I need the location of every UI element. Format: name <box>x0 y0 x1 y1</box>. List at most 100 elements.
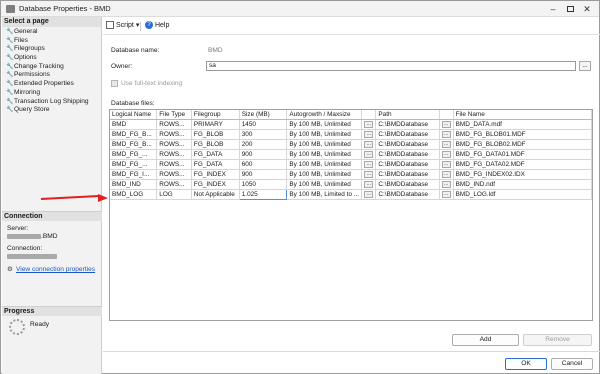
cell-size[interactable]: 600 <box>239 159 288 171</box>
cell-size[interactable]: 900 <box>239 169 288 181</box>
autogrowth-ellipsis-button[interactable]: ... <box>364 131 374 139</box>
cell-size[interactable]: 900 <box>239 149 288 161</box>
owner-input[interactable]: sa <box>206 61 576 71</box>
minimize-icon[interactable]: – <box>547 3 559 15</box>
table-row-selected[interactable]: BMD_LOG LOG Not Applicable 1.025 By 100 … <box>110 189 592 201</box>
cell-logical-name[interactable]: BMD_FG_I... <box>110 169 158 181</box>
cell-size[interactable]: 1050 <box>239 179 288 191</box>
cell-file-type[interactable]: ROWS... <box>156 169 192 181</box>
table-row[interactable]: BMD_FG_B... ROWS... FG_BLOB 200 By 100 M… <box>110 139 592 151</box>
table-row[interactable]: BMD_FG_B... ROWS... FG_BLOB 300 By 100 M… <box>110 129 592 141</box>
path-ellipsis-button[interactable]: ... <box>441 131 451 139</box>
cell-file-type[interactable]: ROWS... <box>156 119 192 131</box>
cell-size[interactable]: 200 <box>239 139 288 151</box>
footer-divider <box>103 351 600 352</box>
cell-filegroup[interactable]: FG_BLOB <box>191 139 240 151</box>
maximize-icon[interactable] <box>564 3 576 15</box>
cell-file-name[interactable]: BMD_FG_DATA01.MDF <box>453 149 592 161</box>
column-header[interactable]: Logical Name <box>110 110 158 121</box>
sidebar-item-permissions[interactable]: 🔧Permissions <box>6 71 101 80</box>
cell-file-name[interactable]: BMD_FG_INDEX02.IDX <box>453 169 592 181</box>
cell-filegroup[interactable]: FG_BLOB <box>191 129 240 141</box>
path-ellipsis-button[interactable]: ... <box>441 161 451 169</box>
add-button[interactable]: Add <box>452 334 519 346</box>
cell-filegroup[interactable]: FG_INDEX <box>191 179 240 191</box>
cell-file-name[interactable]: BMD_LOG.ldf <box>453 189 592 201</box>
autogrowth-ellipsis-button[interactable]: ... <box>364 151 374 159</box>
cell-size[interactable]: 1450 <box>239 119 288 131</box>
cell-autogrowth: By 100 MB, Unlimited <box>286 139 363 151</box>
cell-logical-name[interactable]: BMD_IND <box>110 179 158 191</box>
autogrowth-ellipsis-button[interactable]: ... <box>364 181 374 189</box>
column-header[interactable]: Path <box>375 110 440 121</box>
cell-filegroup[interactable]: Not Applicable <box>191 189 240 201</box>
cell-filegroup[interactable]: FG_INDEX <box>191 169 240 181</box>
sidebar-item-query-store[interactable]: 🔧Query Store <box>6 106 101 115</box>
view-connection-properties[interactable]: ⚙ View connection properties <box>7 266 95 274</box>
cell-file-name[interactable]: BMD_FG_BLOB02.MDF <box>453 139 592 151</box>
path-ellipsis-button[interactable]: ... <box>441 141 451 149</box>
script-button[interactable]: Script ▾ <box>106 21 139 30</box>
fulltext-checkbox[interactable] <box>111 80 118 87</box>
view-connection-link[interactable]: View connection properties <box>16 266 95 273</box>
sidebar-item-label: Options <box>14 54 37 62</box>
table-row[interactable]: BMD_FG_... ROWS... FG_DATA 600 By 100 MB… <box>110 159 592 171</box>
cell-file-type[interactable]: ROWS... <box>156 159 192 171</box>
cell-file-type[interactable]: LOG <box>156 189 192 201</box>
cell-file-type[interactable]: ROWS... <box>156 179 192 191</box>
cell-file-type[interactable]: ROWS... <box>156 129 192 141</box>
close-icon[interactable]: ✕ <box>581 3 593 15</box>
path-ellipsis-button[interactable]: ... <box>441 171 451 179</box>
table-row[interactable]: BMD ROWS... PRIMARY 1450 By 100 MB, Unli… <box>110 119 592 131</box>
cell-filegroup[interactable]: PRIMARY <box>191 119 240 131</box>
cell-file-type[interactable]: ROWS... <box>156 139 192 151</box>
sidebar-item-mirroring[interactable]: 🔧Mirroring <box>6 89 101 98</box>
autogrowth-ellipsis-button[interactable]: ... <box>364 191 374 199</box>
cell-logical-name[interactable]: BMD <box>110 119 158 131</box>
cell-filegroup[interactable]: FG_DATA <box>191 149 240 161</box>
cell-logical-name[interactable]: BMD_FG_B... <box>110 139 158 151</box>
autogrowth-ellipsis-button[interactable]: ... <box>364 171 374 179</box>
cell-size[interactable]: 300 <box>239 129 288 141</box>
column-header[interactable]: Autogrowth / Maxsize <box>286 110 363 121</box>
cell-logical-name[interactable]: BMD_LOG <box>110 189 158 201</box>
cell-filegroup[interactable]: FG_DATA <box>191 159 240 171</box>
column-header[interactable]: File Name <box>453 110 592 121</box>
column-header[interactable]: File Type <box>156 110 192 121</box>
autogrowth-ellipsis-button[interactable]: ... <box>364 121 374 129</box>
path-ellipsis-button[interactable]: ... <box>441 121 451 129</box>
cell-logical-name[interactable]: BMD_FG_... <box>110 159 158 171</box>
page-list: 🔧General 🔧Files 🔧Filegroups 🔧Options 🔧Ch… <box>2 28 101 115</box>
sidebar-item-transaction-log-shipping[interactable]: 🔧Transaction Log Shipping <box>6 98 101 107</box>
autogrowth-ellipsis-button[interactable]: ... <box>364 141 374 149</box>
cell-logical-name[interactable]: BMD_FG_B... <box>110 129 158 141</box>
cell-logical-name[interactable]: BMD_FG_... <box>110 149 158 161</box>
path-ellipsis-button[interactable]: ... <box>441 181 451 189</box>
cancel-button[interactable]: Cancel <box>551 358 593 370</box>
sidebar-item-general[interactable]: 🔧General <box>6 28 101 37</box>
path-ellipsis-button[interactable]: ... <box>441 151 451 159</box>
remove-button[interactable]: Remove <box>523 334 592 346</box>
table-row[interactable]: BMD_IND ROWS... FG_INDEX 1050 By 100 MB,… <box>110 179 592 191</box>
cell-file-type[interactable]: ROWS... <box>156 149 192 161</box>
cell-file-name[interactable]: BMD_FG_DATA02.MDF <box>453 159 592 171</box>
owner-browse-button[interactable]: ... <box>579 61 591 71</box>
column-header[interactable]: Filegroup <box>191 110 240 121</box>
cell-file-name[interactable]: BMD_IND.ndf <box>453 179 592 191</box>
path-ellipsis-cell: ... <box>439 179 454 191</box>
sidebar-item-extended-properties[interactable]: 🔧Extended Properties <box>6 80 101 89</box>
ok-button[interactable]: OK <box>505 358 547 370</box>
connection-header: Connection <box>2 211 102 221</box>
column-header[interactable]: Size (MB) <box>239 110 288 121</box>
cell-file-name[interactable]: BMD_DATA.mdf <box>453 119 592 131</box>
size-edit-input[interactable]: 1.025 <box>238 189 288 201</box>
sidebar-item-options[interactable]: 🔧Options <box>6 54 101 63</box>
help-button[interactable]: ? Help <box>145 21 169 29</box>
sidebar-item-filegroups[interactable]: 🔧Filegroups <box>6 45 101 54</box>
table-row[interactable]: BMD_FG_... ROWS... FG_DATA 900 By 100 MB… <box>110 149 592 161</box>
autogrowth-ellipsis-button[interactable]: ... <box>364 161 374 169</box>
path-ellipsis-button[interactable]: ... <box>441 191 451 199</box>
database-files-label: Database files: <box>111 100 155 107</box>
cell-file-name[interactable]: BMD_FG_BLOB01.MDF <box>453 129 592 141</box>
table-row[interactable]: BMD_FG_I... ROWS... FG_INDEX 900 By 100 … <box>110 169 592 181</box>
